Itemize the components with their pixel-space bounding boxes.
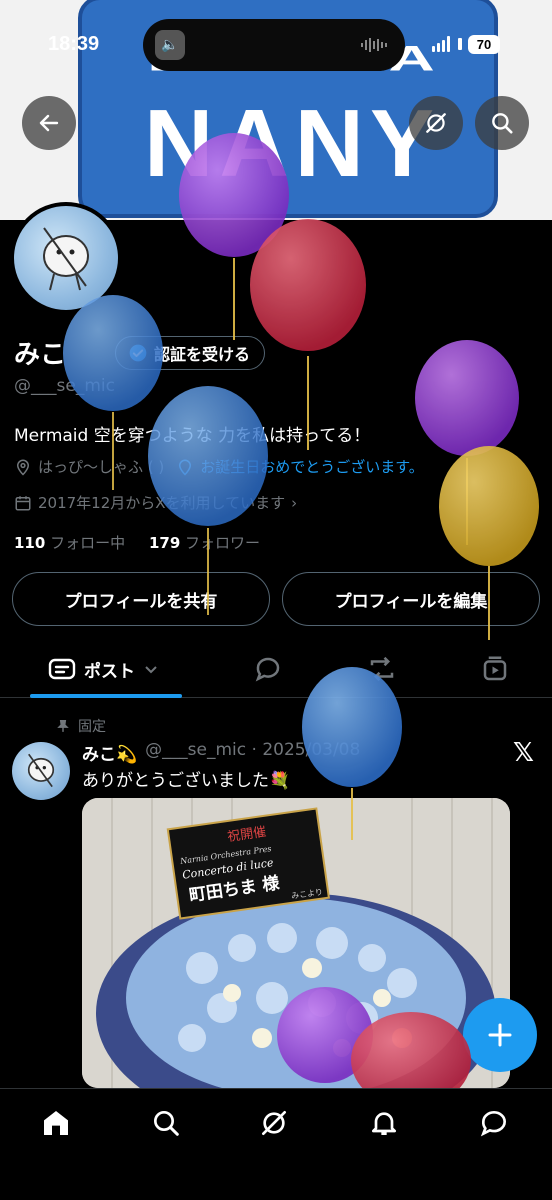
- share-profile-button[interactable]: プロフィールを共有: [12, 572, 270, 626]
- search-icon: [154, 1111, 179, 1136]
- pinned-indicator: 固定: [56, 716, 106, 736]
- post-header: みこ💫 @___se_mic · 2025/03/08: [82, 740, 360, 765]
- status-bar: 18:39 🔈 70: [0, 0, 552, 90]
- dynamic-island: 🔈: [143, 19, 405, 71]
- follow-stats: 110 フォロー中 179 フォロワー: [14, 532, 260, 553]
- profile-meta-row: はっぴ〜しゃふ ( ) お誕生日おめでとうございます。: [14, 456, 424, 477]
- followers-label: フォロワー: [185, 534, 261, 552]
- joined-date: 2017年12月からXを利用しています: [38, 494, 286, 512]
- edit-profile-button[interactable]: プロフィールを編集: [282, 572, 540, 626]
- get-verified-label: 認証を受ける: [154, 345, 251, 364]
- joined-date-row: 2017年12月からXを利用しています ›: [14, 492, 297, 513]
- tab-reposts[interactable]: [366, 640, 398, 698]
- speaker-icon: 🔈: [155, 30, 185, 60]
- following-count: 110: [14, 534, 46, 552]
- post-author-name[interactable]: みこ💫: [82, 740, 137, 765]
- active-tab-indicator: [30, 694, 182, 698]
- get-verified-button[interactable]: 認証を受ける: [115, 336, 266, 370]
- post-handle-date: @___se_mic · 2025/03/08: [145, 740, 361, 760]
- search-icon: [492, 113, 513, 134]
- audio-wave-icon: [361, 38, 387, 52]
- flower-stand-photo: 祝開催 Narnia Orchestra Pres Concerto di lu…: [82, 798, 510, 1088]
- tab-posts[interactable]: ポスト: [48, 640, 159, 698]
- chevron-right-icon: ›: [291, 493, 298, 512]
- x-logo-icon: 𝕏: [513, 738, 534, 768]
- profile-tabs: ポスト: [0, 640, 552, 698]
- birthday-link[interactable]: お誕生日おめでとうございます。: [200, 456, 424, 477]
- plus-icon: [488, 1023, 512, 1047]
- verified-badge-icon: [129, 344, 147, 362]
- nav-explore[interactable]: [148, 1105, 184, 1141]
- chevron-down-icon: [145, 666, 157, 674]
- repost-icon: [370, 656, 394, 682]
- tab-replies[interactable]: [253, 640, 283, 698]
- grok-icon: [426, 113, 446, 133]
- tab-posts-label: ポスト: [84, 661, 135, 682]
- grok-button[interactable]: [409, 96, 463, 150]
- cellular-signal-icon: [432, 36, 450, 52]
- reply-icon: [255, 657, 280, 682]
- balloon-icon: [179, 459, 192, 476]
- compose-post-button[interactable]: [463, 998, 537, 1072]
- bottom-navigation: [0, 1088, 552, 1200]
- home-icon: [44, 1111, 68, 1135]
- profile-avatar[interactable]: [10, 202, 122, 314]
- pinned-label: 固定: [78, 719, 106, 735]
- followers-count: 179: [148, 534, 181, 552]
- notifications-icon: [372, 1112, 396, 1135]
- avatar-illustration: [43, 227, 89, 291]
- posts-feed-icon: [48, 658, 76, 680]
- profile-location: はっぴ〜しゃふ ( ): [38, 458, 165, 476]
- pin-icon: [57, 720, 69, 732]
- calendar-icon: [15, 495, 31, 510]
- nav-messages[interactable]: [476, 1105, 512, 1141]
- post-image[interactable]: 祝開催 Narnia Orchestra Pres Concerto di lu…: [82, 798, 510, 1088]
- back-button[interactable]: [22, 96, 76, 150]
- nav-grok[interactable]: [256, 1105, 292, 1141]
- profile-handle: @___se_mic: [14, 376, 115, 396]
- profile-bio: Mermaid 空を穿つような 力を私は持ってる！: [14, 426, 371, 446]
- following-link[interactable]: 110 フォロー中: [14, 534, 125, 552]
- messages-icon: [480, 1111, 507, 1137]
- battery-indicator: 70: [468, 35, 500, 54]
- nav-notifications[interactable]: [366, 1105, 402, 1141]
- followers-link[interactable]: 179 フォロワー: [149, 534, 260, 552]
- profile-name: みこ: [14, 340, 67, 370]
- location-icon: [16, 459, 30, 476]
- status-time: 18:39: [48, 33, 100, 55]
- balloon-red-1: [250, 219, 366, 450]
- back-arrow-icon: [39, 114, 59, 132]
- wifi-icon: [458, 38, 462, 50]
- tab-media[interactable]: [480, 640, 510, 698]
- post-author-avatar[interactable]: [12, 742, 70, 800]
- balloon-purple-2: [415, 340, 519, 545]
- grok-icon: [262, 1111, 286, 1135]
- following-label: フォロー中: [50, 534, 126, 552]
- search-button[interactable]: [475, 96, 529, 150]
- media-icon: [483, 656, 507, 681]
- post-text: ありがとうございました💐: [82, 771, 291, 791]
- post-avatar-illustration: [27, 753, 55, 788]
- nav-home[interactable]: [38, 1105, 74, 1141]
